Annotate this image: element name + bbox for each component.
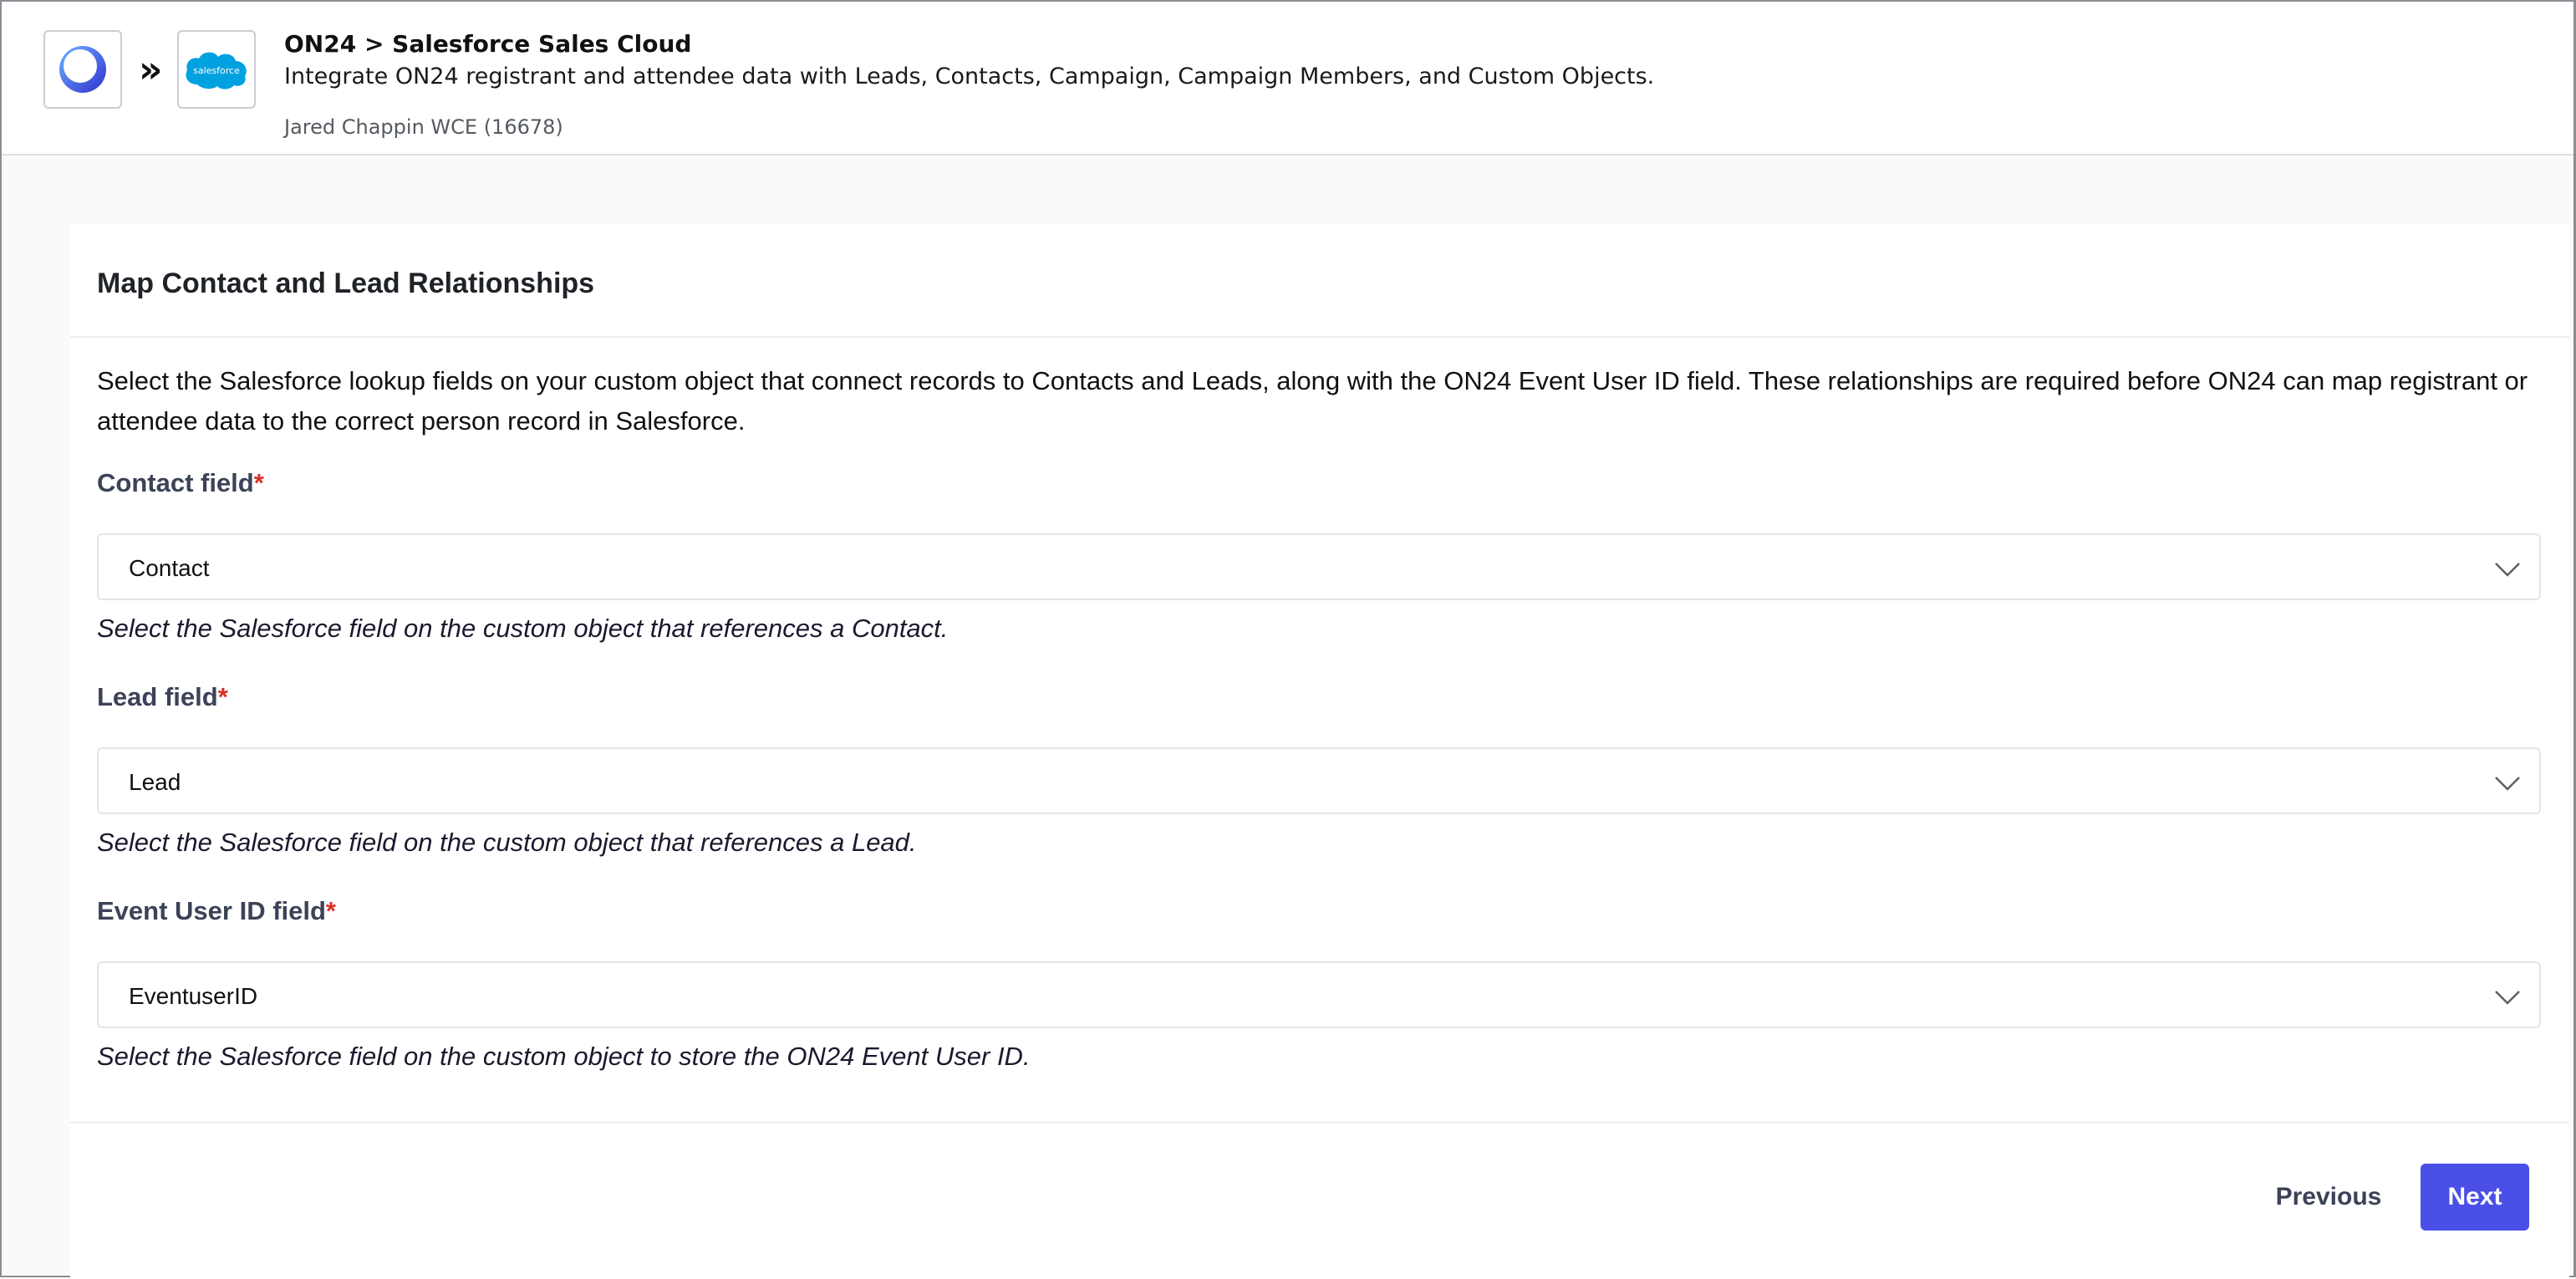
next-button[interactable]: Next — [2421, 1164, 2529, 1231]
integration-header: » salesforce ON24 > Salesforce Sales Clo… — [2, 2, 2573, 155]
integration-arrow: » — [139, 48, 163, 91]
footer-divider — [70, 1122, 2569, 1124]
contact-field-label: Contact field* — [97, 468, 264, 498]
mapping-card: Map Contact and Lead Relationships Selec… — [70, 224, 2569, 1279]
required-asterisk: * — [217, 682, 228, 711]
chevron-down-icon — [2495, 777, 2520, 791]
previous-button[interactable]: Previous — [2243, 1164, 2414, 1231]
intro-text: Select the Salesforce lookup fields on y… — [97, 366, 2528, 436]
account-name: Jared Chappin WCE (16678) — [284, 115, 563, 139]
salesforce-logo-text: salesforce — [193, 65, 240, 76]
lead-field-select[interactable]: Lead — [97, 747, 2541, 814]
integration-description: Integrate ON24 registrant and attendee d… — [284, 64, 1655, 89]
card-title: Map Contact and Lead Relationships — [97, 268, 595, 299]
salesforce-logo: salesforce — [177, 30, 256, 109]
event-user-id-field-label: Event User ID field* — [97, 896, 336, 926]
contact-field-help: Select the Salesforce field on the custo… — [97, 614, 949, 643]
lead-field-value: Lead — [129, 769, 181, 795]
event-user-id-field-help: Select the Salesforce field on the custo… — [97, 1042, 1031, 1071]
event-user-id-field-label-text: Event User ID field — [97, 896, 326, 925]
lead-field-label: Lead field* — [97, 682, 228, 712]
card-divider — [70, 336, 2569, 338]
chevron-down-icon — [2495, 991, 2520, 1005]
event-user-id-field-select[interactable]: EventuserID — [97, 961, 2541, 1028]
chevron-down-icon — [2495, 563, 2520, 577]
required-asterisk: * — [325, 896, 336, 925]
integration-title: ON24 > Salesforce Sales Cloud — [284, 30, 692, 58]
app-window: » salesforce ON24 > Salesforce Sales Clo… — [0, 0, 2576, 1279]
required-asterisk: * — [253, 468, 264, 497]
contact-field-value: Contact — [129, 555, 210, 581]
event-user-id-field-value: EventuserID — [129, 983, 258, 1009]
contact-field-select[interactable]: Contact — [97, 533, 2541, 600]
contact-field-label-text: Contact field — [97, 468, 254, 497]
on24-logo — [43, 30, 122, 109]
on24-logo-icon — [59, 46, 106, 93]
lead-field-label-text: Lead field — [97, 682, 218, 711]
salesforce-cloud-icon: salesforce — [186, 52, 247, 89]
lead-field-help: Select the Salesforce field on the custo… — [97, 828, 917, 857]
